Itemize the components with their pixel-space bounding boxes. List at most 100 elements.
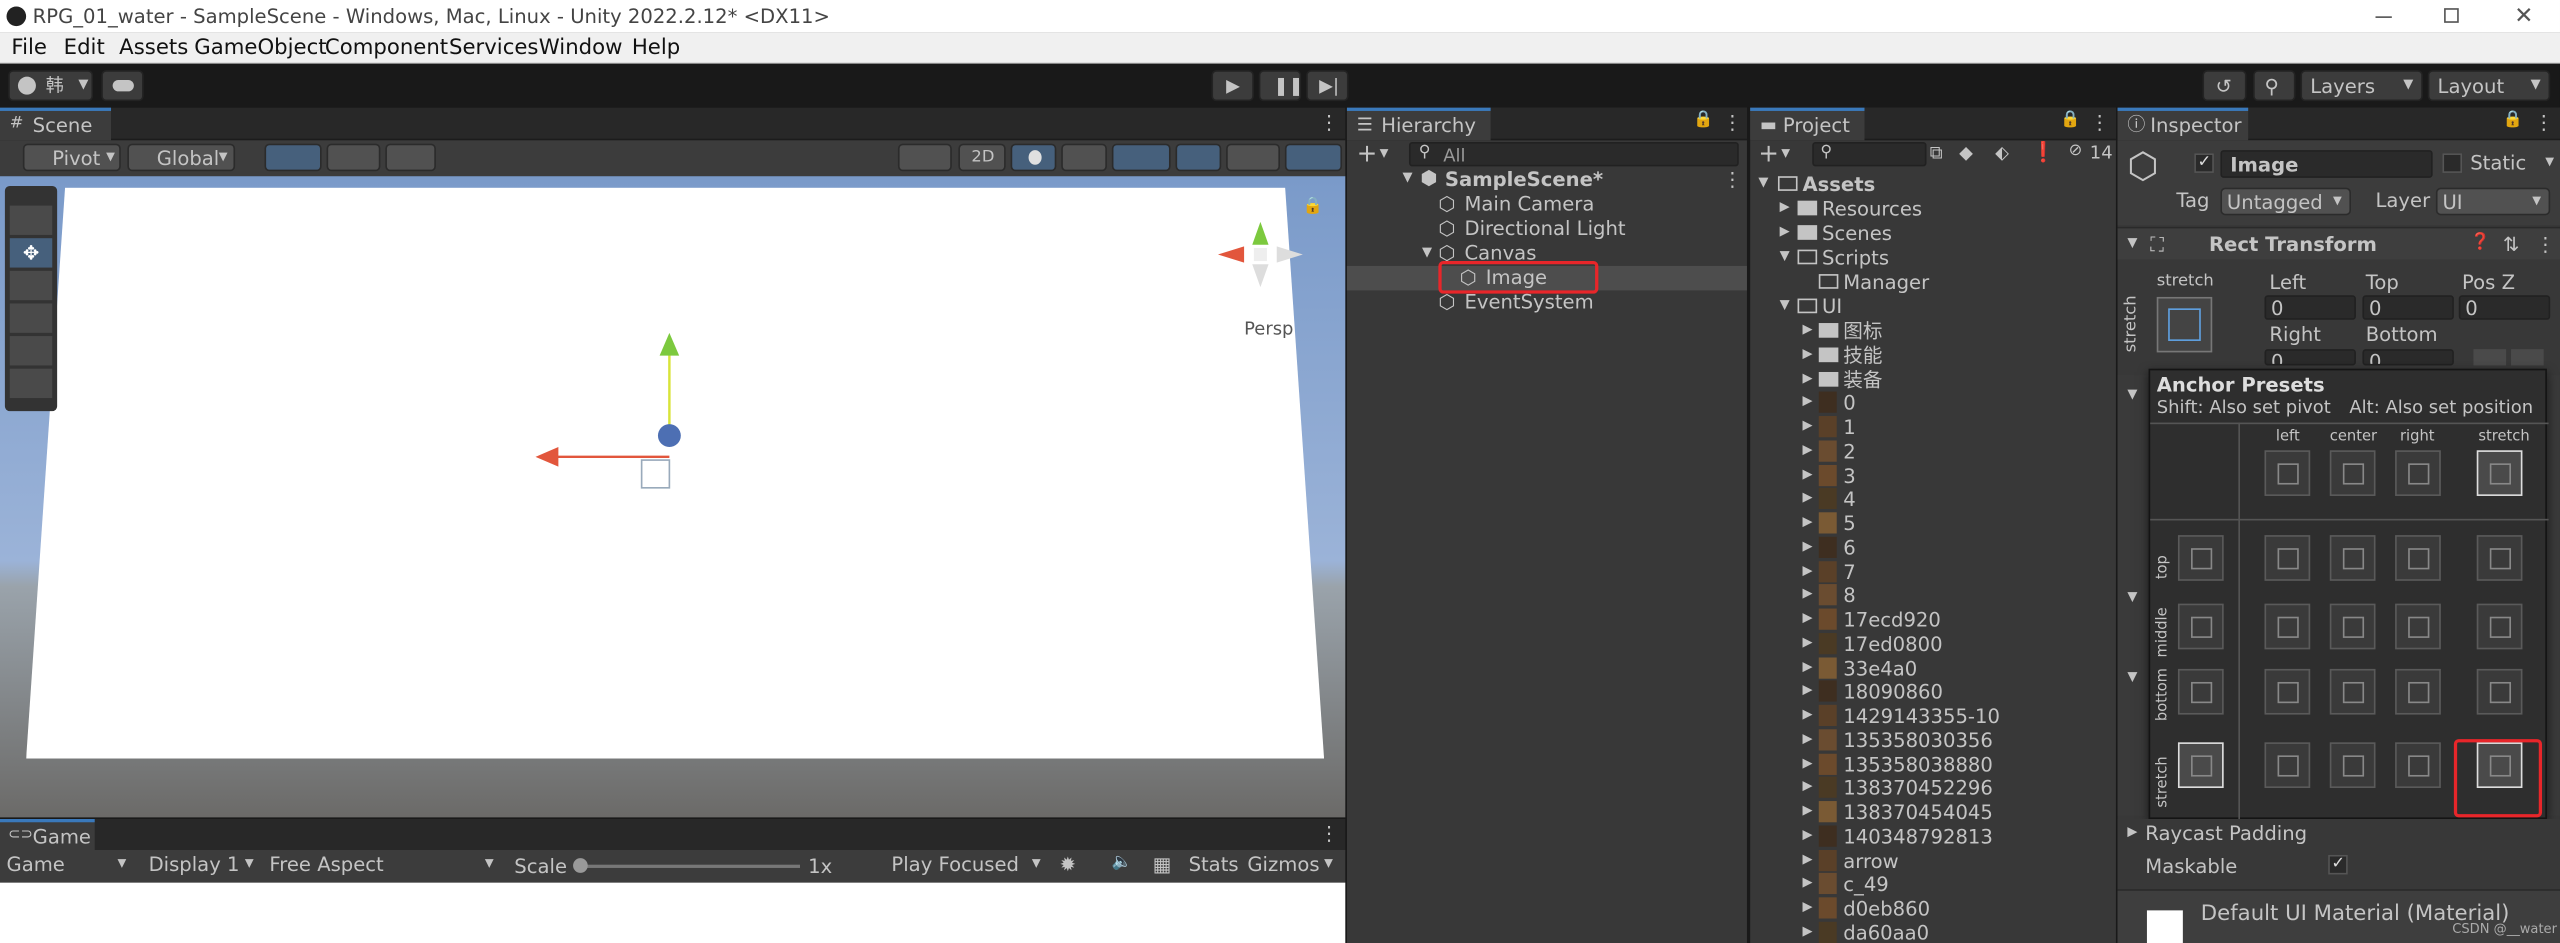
tab-project[interactable]: ▬ Project (1750, 107, 1865, 141)
project-item-asset[interactable]: ▶ da60aa0 (1750, 920, 2116, 943)
bottom-field[interactable]: 0 (2362, 349, 2454, 366)
menu-gameobject[interactable]: GameObject (194, 38, 326, 59)
scale-slider-thumb[interactable] (573, 858, 588, 873)
gizmos-dropdown[interactable] (1284, 143, 1343, 172)
filter-type-icon[interactable]: ◆ (1959, 144, 1973, 162)
mode-2d-button[interactable]: 2D (958, 143, 1006, 172)
anchor-preset-stretch-center[interactable] (2329, 742, 2376, 789)
object-name-input[interactable]: Image (2220, 150, 2433, 178)
project-item-asset[interactable]: ▶ d0eb860 (1750, 896, 2116, 920)
anchor-preset-middle-stretch[interactable] (2476, 603, 2523, 650)
project-item-asset[interactable]: ▶ 135358038880 (1750, 751, 2116, 775)
project-search-input[interactable]: ⚲ (1812, 141, 1927, 167)
anchor-preset-top-right[interactable] (2395, 535, 2441, 581)
top-field[interactable]: 0 (2362, 295, 2454, 320)
scale-slider[interactable] (579, 864, 800, 868)
menu-assets[interactable]: Assets (119, 38, 188, 59)
lock-icon[interactable]: 🔒 (2503, 112, 2523, 129)
stats-button[interactable]: Stats (1189, 855, 1239, 875)
chevron-right-icon[interactable]: ▶ (1802, 828, 1812, 841)
play-mode-dropdown[interactable]: Play Focused ▼ (885, 850, 1048, 883)
anchor-preset-bottom-center[interactable] (2329, 668, 2376, 715)
audio-toggle[interactable] (1061, 143, 1107, 172)
account-dropdown[interactable]: 韩 ▼ (8, 70, 94, 102)
menu-services[interactable]: Services (449, 38, 539, 59)
chevron-down-icon[interactable]: ▼ (2545, 156, 2554, 168)
anchor-preset-middle-center[interactable] (2329, 603, 2376, 650)
project-item-asset[interactable]: ▶ 2 (1750, 438, 2116, 462)
anchor-preset-right[interactable] (2395, 450, 2441, 496)
project-item-asset[interactable]: ▶ 3 (1750, 463, 2116, 487)
chevron-right-icon[interactable]: ▶ (1802, 659, 1812, 673)
project-item-asset[interactable]: ▶ 17ecd920 (1750, 607, 2116, 631)
add-icon[interactable]: + (1758, 141, 1779, 166)
anchor-preset-left[interactable] (2264, 450, 2311, 496)
chevron-right-icon[interactable]: ▶ (2127, 825, 2137, 839)
chevron-right-icon[interactable]: ▶ (1802, 394, 1812, 408)
hierarchy-item-eventsystem[interactable]: ⬡ EventSystem (1347, 290, 1747, 314)
lock-icon[interactable]: 🔒 (1693, 112, 1713, 129)
tab-inspector[interactable]: ⓘ Inspector (2117, 107, 2249, 141)
project-item-asset[interactable]: ▶ 6 (1750, 535, 2116, 559)
minimize-icon[interactable] (2375, 16, 2392, 18)
hierarchy-item-scene[interactable]: ▼ ⬢ SampleScene* ⋮ (1347, 168, 1747, 192)
anchor-preset-stretch[interactable] (2177, 742, 2224, 789)
chevron-right-icon[interactable]: ▶ (1802, 443, 1812, 456)
hierarchy-item-image[interactable]: ⬡ Image (1346, 261, 1747, 294)
raw-edit-button[interactable] (2511, 349, 2544, 366)
snap-increment-button[interactable] (264, 143, 322, 172)
label-icon[interactable]: ⬖ (1995, 144, 2009, 162)
anchor-preset-middle[interactable] (2177, 603, 2224, 650)
tab-hierarchy[interactable]: ☰ Hierarchy (1346, 107, 1491, 141)
chevron-right-icon[interactable]: ▶ (1802, 683, 1812, 697)
project-item-asset[interactable]: ▶ 0 (1750, 390, 2116, 414)
hierarchy-item-main-camera[interactable]: ⬡ Main Camera (1347, 193, 1747, 217)
menu-help[interactable]: Help (632, 38, 680, 59)
chevron-right-icon[interactable]: ▶ (1802, 804, 1812, 817)
anchor-preset-middle-right[interactable] (2395, 603, 2441, 650)
effects-toggle[interactable] (1111, 143, 1171, 172)
transform-tool-icon[interactable] (9, 368, 53, 399)
anchor-preset-top-center[interactable] (2329, 535, 2376, 581)
display-dropdown[interactable]: Display 1 ▼ (140, 850, 261, 883)
blueprint-mode-button[interactable] (2473, 349, 2507, 366)
posz-field[interactable]: 0 (2458, 295, 2551, 320)
item-menu-icon[interactable]: ⋮ (1722, 170, 1742, 190)
project-item-asset[interactable]: ▶ 1 (1750, 414, 2116, 438)
anchor-preset-top-stretch[interactable] (2476, 535, 2523, 581)
project-item-folder[interactable]: ▶ Resources (1750, 196, 2116, 220)
anchor-preset-bottom-right[interactable] (2395, 668, 2441, 715)
pause-button[interactable]: ❚❚ (1258, 70, 1304, 102)
anchor-preset-stretch-left[interactable] (2264, 742, 2311, 789)
project-item-asset[interactable]: ▶ 135358030356 (1750, 727, 2116, 751)
project-item-asset[interactable]: ▶ 7 (1750, 559, 2116, 583)
anchor-preset-bottom-left[interactable] (2264, 668, 2311, 715)
project-item-folder[interactable]: ▶ 装备 (1750, 366, 2116, 390)
project-item-asset[interactable]: ▶ 8 (1750, 583, 2116, 607)
menu-edit[interactable]: Edit (64, 38, 105, 59)
menu-window[interactable]: Window (539, 38, 623, 59)
grid-visibility-button[interactable] (385, 143, 436, 172)
pivot-dropdown[interactable]: Pivot ▼ (22, 143, 121, 172)
rotate-tool-icon[interactable] (9, 270, 53, 301)
project-item-folder[interactable]: ▶ 图标 (1750, 318, 2116, 342)
project-item-assets[interactable]: ▼ Assets (1750, 171, 2116, 195)
project-item-asset[interactable]: ▶ arrow (1750, 848, 2116, 872)
project-item-asset[interactable]: ▶ 5 (1750, 511, 2116, 535)
anchor-preset-stretch[interactable] (2476, 450, 2523, 496)
tag-dropdown[interactable]: Untagged ▼ (2220, 187, 2352, 216)
close-icon[interactable]: ✕ (2514, 5, 2533, 28)
visibility-toggle[interactable] (1175, 143, 1222, 172)
layer-dropdown[interactable]: UI ▼ (2435, 187, 2551, 216)
search-scope-icon[interactable]: ⧉ (1930, 144, 1943, 162)
project-item-folder[interactable]: ▶ 技能 (1750, 342, 2116, 366)
shading-mode-button[interactable] (897, 143, 952, 172)
chevron-right-icon[interactable]: ▶ (1802, 707, 1812, 721)
anchor-preset-button[interactable] (2156, 296, 2213, 353)
game-viewport[interactable] (0, 882, 1346, 943)
menu-component[interactable]: Component (325, 38, 448, 59)
chevron-right-icon[interactable]: ▶ (1802, 418, 1812, 432)
project-item-asset[interactable]: ▶ 4 (1750, 487, 2116, 511)
add-icon[interactable]: + (1357, 141, 1378, 166)
chevron-right-icon[interactable]: ▶ (1802, 467, 1812, 480)
